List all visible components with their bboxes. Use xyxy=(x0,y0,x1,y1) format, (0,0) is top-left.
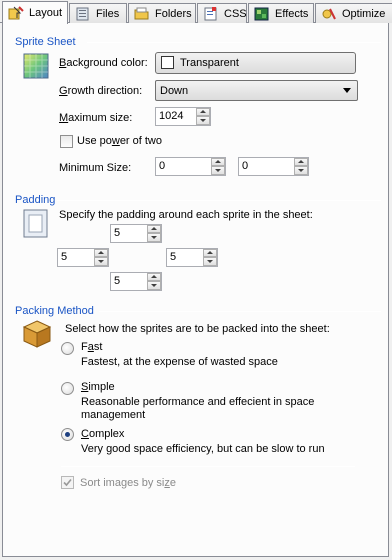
packing-method-heading: Packing Method xyxy=(15,305,94,317)
padding-heading: Padding xyxy=(15,194,56,206)
spin-down-button[interactable] xyxy=(94,257,108,266)
tab-layout[interactable]: Layout xyxy=(2,1,68,24)
padding-left-value: 5 xyxy=(61,251,68,263)
spin-down-button[interactable] xyxy=(294,166,308,175)
growth-direction-label: Growth direction: xyxy=(59,85,143,97)
tab-label: CSS xyxy=(224,7,247,20)
packing-description: Select how the sprites are to be packed … xyxy=(65,323,330,335)
chevron-down-icon xyxy=(343,88,351,93)
padding-bottom-spinner[interactable]: 5 xyxy=(110,272,162,291)
power-of-two-label: Use power of two xyxy=(77,135,162,147)
radio-complex[interactable] xyxy=(61,428,74,441)
padding-right-value: 5 xyxy=(170,251,177,263)
sort-by-size-label: Sort images by size xyxy=(80,477,176,489)
padding-top-spinner[interactable]: 5 xyxy=(110,224,162,243)
minimum-height-spinner[interactable]: 0 xyxy=(238,157,309,176)
css-icon xyxy=(203,6,219,21)
spin-down-button[interactable] xyxy=(211,166,225,175)
tab-css[interactable]: CSS xyxy=(197,3,247,23)
growth-direction-value: Down xyxy=(160,85,189,97)
packing-method-divider xyxy=(99,311,381,312)
maximum-size-spinner[interactable]: 1024 xyxy=(155,107,211,126)
color-swatch xyxy=(161,56,174,69)
sort-by-size-checkbox[interactable] xyxy=(61,476,74,489)
sprite-sheet-divider xyxy=(87,42,381,43)
spin-down-button[interactable] xyxy=(196,116,210,125)
sprite-sheet-icon xyxy=(23,53,49,79)
maximum-size-value: 1024 xyxy=(159,110,184,122)
option-complex-label: Complex xyxy=(81,428,125,440)
box-icon xyxy=(22,319,52,349)
spin-up-button[interactable] xyxy=(211,158,225,166)
spin-up-button[interactable] xyxy=(294,158,308,166)
spin-down-button[interactable] xyxy=(147,281,161,290)
tab-label: Layout xyxy=(29,7,63,19)
optimize-icon xyxy=(321,7,337,21)
tab-label: Effects xyxy=(275,7,309,20)
radio-fast[interactable] xyxy=(61,342,74,355)
spin-down-button[interactable] xyxy=(147,233,161,242)
radio-simple[interactable] xyxy=(61,382,74,395)
maximum-size-label: Maximum size: xyxy=(59,112,133,124)
effects-icon xyxy=(254,7,270,21)
spin-up-button[interactable] xyxy=(94,249,108,257)
padding-top-value: 5 xyxy=(114,227,121,239)
background-color-button[interactable]: Transparent xyxy=(155,52,356,74)
sort-divider xyxy=(61,466,355,467)
folder-icon xyxy=(134,7,150,21)
spin-up-button[interactable] xyxy=(203,249,217,257)
minimum-width-value: 0 xyxy=(159,160,166,172)
checkmark-icon xyxy=(63,478,72,487)
option-simple-description: Reasonable performance and effecient in … xyxy=(81,396,315,421)
tab-label: Files xyxy=(96,7,120,20)
layout-panel: Sprite Sheet Background color: Transpare… xyxy=(2,23,389,557)
padding-icon xyxy=(23,209,49,239)
minimum-width-spinner[interactable]: 0 xyxy=(155,157,226,176)
tab-label: Folders xyxy=(155,7,192,20)
spin-up-button[interactable] xyxy=(196,108,210,116)
layout-icon xyxy=(8,6,24,20)
background-color-label: Background color: xyxy=(59,57,148,69)
sprite-sheet-heading: Sprite Sheet xyxy=(15,36,76,48)
padding-divider xyxy=(57,200,381,201)
tab-folders[interactable]: Folders xyxy=(128,3,196,23)
tab-optimize[interactable]: Optimize xyxy=(315,3,392,23)
growth-direction-select[interactable]: Down xyxy=(155,80,358,101)
option-complex-description: Very good space efficiency, but can be s… xyxy=(81,443,325,455)
padding-bottom-value: 5 xyxy=(114,275,121,287)
spin-up-button[interactable] xyxy=(147,225,161,233)
tab-label: Optimize xyxy=(342,7,386,20)
tab-files[interactable]: Files xyxy=(69,3,127,23)
option-fast-label: Fast xyxy=(81,341,103,353)
spin-down-button[interactable] xyxy=(203,257,217,266)
option-fast-description: Fastest, at the expense of wasted space xyxy=(81,356,278,368)
radio-selected-dot xyxy=(65,432,70,437)
minimum-size-label: Minimum Size: xyxy=(59,162,132,174)
power-of-two-checkbox[interactable] xyxy=(60,135,73,148)
option-simple-label: Simple xyxy=(81,381,115,393)
files-icon xyxy=(75,7,91,21)
padding-right-spinner[interactable]: 5 xyxy=(166,248,218,267)
padding-description: Specify the padding around each sprite i… xyxy=(59,209,313,221)
tab-effects[interactable]: Effects xyxy=(248,3,314,23)
background-color-value: Transparent xyxy=(180,57,239,69)
tab-strip: Layout Files Folders CSS Effects Optimiz… xyxy=(0,0,392,24)
padding-left-spinner[interactable]: 5 xyxy=(57,248,109,267)
spin-up-button[interactable] xyxy=(147,273,161,281)
minimum-height-value: 0 xyxy=(242,160,249,172)
